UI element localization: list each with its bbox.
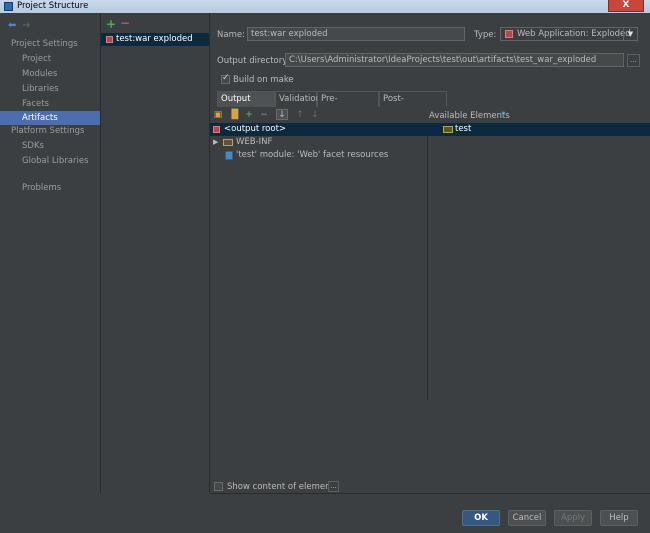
remove-icon[interactable]: −	[120, 16, 130, 30]
artifact-label: test:war exploded	[116, 34, 193, 44]
archive-icon[interactable]: ▐▌	[228, 110, 242, 120]
facet-resources-label: 'test' module: 'Web' facet resources	[236, 150, 389, 160]
layout-toolbar: ▣ ▐▌ + − ↓ ↑ ↓	[210, 108, 428, 123]
app-icon	[4, 2, 13, 11]
output-root-label: <output root>	[224, 124, 287, 134]
project-settings-header: Project Settings	[11, 39, 78, 49]
sidebar-item-project[interactable]: Project	[0, 52, 100, 66]
tab-post-processing[interactable]: Post-processing	[379, 91, 447, 119]
output-directory-label: Output directory:	[217, 56, 290, 66]
sidebar-item-libraries[interactable]: Libraries	[0, 82, 100, 96]
sidebar-item-modules[interactable]: Modules	[0, 67, 100, 81]
cancel-button[interactable]: Cancel	[508, 510, 546, 526]
new-folder-icon[interactable]: ▣	[213, 110, 223, 120]
type-select-value: Web Application: Exploded	[517, 29, 631, 39]
show-content-checkbox[interactable]	[214, 482, 223, 491]
forward-arrow-icon[interactable]: ➔	[22, 20, 30, 31]
web-inf-label: WEB-INF	[236, 137, 273, 147]
sidebar-item-problems[interactable]: Problems	[0, 181, 100, 195]
web-app-icon	[505, 30, 513, 38]
available-elements-header: Available Elements ?	[428, 108, 650, 123]
sidebar: ⬅ ➔ Project Settings Project Modules Libr…	[0, 13, 101, 493]
type-select[interactable]: Web Application: Exploded ▼	[500, 27, 638, 41]
chevron-down-icon[interactable]: ▼	[623, 28, 637, 40]
help-icon[interactable]: ?	[501, 111, 506, 121]
remove-element-icon[interactable]: −	[259, 110, 269, 120]
war-artifact-icon	[106, 36, 113, 43]
apply-button[interactable]: Apply	[554, 510, 592, 526]
sidebar-item-artifacts[interactable]: Artifacts	[0, 111, 100, 125]
tree-row-facet-resources[interactable]: 'test' module: 'Web' facet resources	[210, 149, 428, 162]
type-label: Type:	[474, 30, 497, 40]
list-item[interactable]: test	[428, 123, 650, 136]
add-icon[interactable]: +	[106, 17, 116, 31]
add-copy-icon[interactable]: +	[244, 110, 254, 120]
sidebar-item-sdks[interactable]: SDKs	[0, 139, 100, 153]
available-item-label: test	[455, 124, 472, 134]
module-icon	[225, 151, 233, 160]
build-on-make-checkbox[interactable]	[221, 73, 230, 84]
tab-pre-processing[interactable]: Pre-processing	[317, 91, 379, 119]
tree-row-output-root[interactable]: <output root>	[210, 123, 428, 136]
platform-settings-header: Platform Settings	[11, 126, 85, 136]
dialog-footer: OK Cancel Apply Help	[0, 494, 650, 533]
module-folder-icon	[443, 126, 453, 133]
show-content-label: Show content of elements	[227, 482, 339, 492]
tab-validation[interactable]: Validation	[275, 91, 321, 107]
tree-row-web-inf[interactable]: ▶ WEB-INF	[210, 136, 428, 149]
ok-button[interactable]: OK	[462, 510, 500, 526]
browse-button[interactable]: ...	[627, 54, 640, 67]
sort-icon[interactable]: ↓	[276, 109, 288, 120]
folder-icon	[223, 139, 233, 146]
back-arrow-icon[interactable]: ⬅	[8, 20, 16, 31]
title-bar: Project Structure X	[0, 0, 650, 13]
nav-arrows: ⬅ ➔	[8, 20, 31, 31]
build-on-make-label: Build on make	[233, 75, 294, 85]
move-up-icon[interactable]: ↑	[295, 110, 305, 120]
show-content-options-button[interactable]: ...	[328, 481, 339, 492]
sidebar-item-global-libraries[interactable]: Global Libraries	[0, 154, 100, 168]
help-button[interactable]: Help	[600, 510, 638, 526]
expand-arrow-icon[interactable]: ▶	[213, 136, 218, 149]
tab-output-layout[interactable]: Output Layout	[217, 91, 275, 119]
available-elements-label: Available Elements	[429, 111, 510, 121]
sidebar-item-facets[interactable]: Facets	[0, 97, 100, 111]
list-item[interactable]: test:war exploded	[101, 33, 209, 46]
name-field[interactable]: test:war exploded	[247, 27, 465, 41]
output-layout-panel: ▣ ▐▌ + − ↓ ↑ ↓ <output root> ▶ WEB-INF '…	[210, 108, 428, 400]
output-directory-field[interactable]: C:\Users\Administrator\IdeaProjects\test…	[285, 53, 624, 67]
move-down-icon[interactable]: ↓	[310, 110, 320, 120]
artifact-list: + − test:war exploded	[101, 13, 210, 493]
artifact-editor: Name: test:war exploded Type: Web Applic…	[210, 13, 650, 493]
close-button[interactable]: X	[608, 0, 644, 12]
name-label: Name:	[217, 30, 245, 40]
window-title: Project Structure	[17, 1, 89, 11]
output-root-icon	[213, 126, 220, 133]
